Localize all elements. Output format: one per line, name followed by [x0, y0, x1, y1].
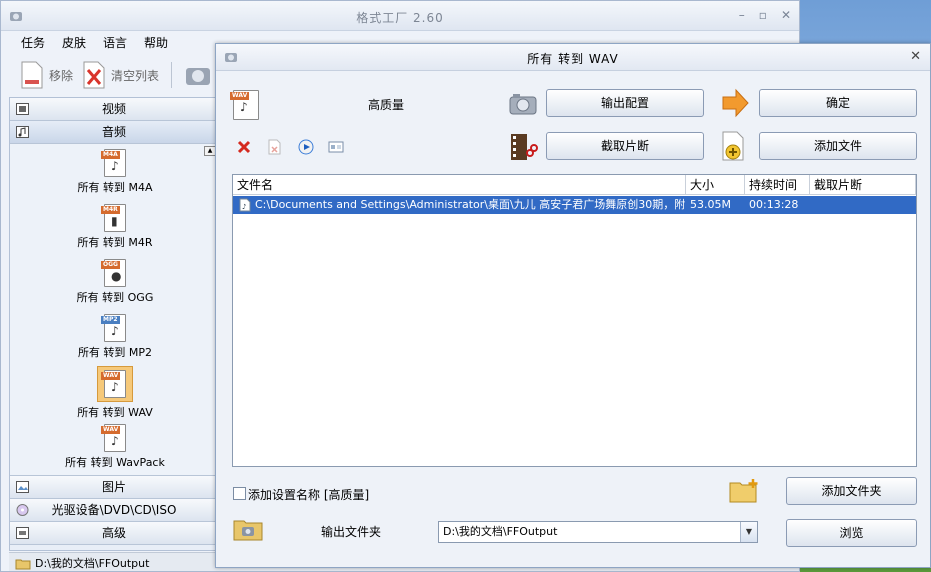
category-picture-label: 图片: [101, 480, 126, 494]
category-video[interactable]: 视频: [10, 98, 218, 121]
advanced-icon: [16, 527, 29, 539]
ok-button[interactable]: 确定: [759, 89, 917, 117]
category-picture[interactable]: 图片: [10, 476, 218, 499]
format-ogg[interactable]: OGG ● 所有 转到 OGG: [10, 259, 220, 305]
category-audio-label: 音频: [101, 125, 126, 139]
toolbar-separator: [171, 62, 173, 88]
clear-list-button[interactable]: 清空列表: [81, 60, 159, 90]
file-list: 文件名 大小 持续时间 截取片断 ♪ C:\Documents and Sett…: [232, 174, 917, 467]
wav-file-icon: WAV ♪: [101, 370, 126, 398]
format-wavpack-label: 所有 转到 WavPack: [65, 456, 165, 469]
ogg-file-icon: OGG ●: [101, 259, 126, 287]
cell-clip: [810, 196, 916, 214]
category-disc[interactable]: 光驱设备\DVD\CD\ISO: [10, 499, 218, 522]
output-settings-button[interactable]: 输出配置: [546, 89, 704, 117]
menu-skin[interactable]: 皮肤: [62, 34, 86, 51]
browse-button[interactable]: 浏览: [786, 519, 917, 547]
format-ogg-label: 所有 转到 OGG: [76, 291, 154, 304]
camera-settings-icon: [509, 94, 537, 115]
m4a-file-icon: M4A ♪: [101, 149, 126, 177]
camera-icon[interactable]: [184, 61, 212, 89]
disc-icon: [16, 504, 29, 516]
add-file-icon: [722, 131, 744, 161]
chevron-down-icon[interactable]: ▼: [740, 522, 757, 542]
wavpack-file-icon: WAV ♪: [101, 424, 126, 452]
category-video-label: 视频: [101, 102, 126, 116]
column-clip[interactable]: 截取片断: [810, 175, 916, 194]
output-folder-value: D:\我的文档\FFOutput: [443, 525, 558, 538]
add-setting-name-label: 添加设置名称 [高质量]: [248, 488, 370, 502]
column-size[interactable]: 大小: [686, 175, 745, 194]
wav-selected-frame: WAV ♪: [97, 366, 133, 402]
menu-help[interactable]: 帮助: [144, 34, 168, 51]
maximize-button[interactable]: ▫: [759, 8, 767, 22]
category-audio[interactable]: 音频: [10, 121, 218, 144]
clear-list-icon: [83, 61, 105, 89]
svg-text:♪: ♪: [242, 203, 246, 211]
output-folder-label: 输出文件夹: [321, 525, 382, 539]
format-mp2[interactable]: MP2 ♪ 所有 转到 MP2: [10, 314, 220, 360]
audio-format-list: ▲ M4A ♪ 所有 转到 M4A M4R ▮ 所有 转到 M4R OGG ● 所有 …: [10, 144, 218, 476]
output-folder-select[interactable]: D:\我的文档\FFOutput ▼: [438, 521, 758, 543]
format-m4a[interactable]: M4A ♪ 所有 转到 M4A: [10, 149, 220, 195]
minimize-button[interactable]: –: [739, 8, 745, 22]
category-advanced-label: 高级: [101, 526, 126, 540]
format-wavpack[interactable]: WAV ♪ 所有 转到 WavPack: [10, 424, 220, 470]
dialog-title: 所有 转到 WAV: [527, 52, 619, 66]
m4r-file-icon: M4R ▮: [101, 204, 126, 232]
file-list-header: 文件名 大小 持续时间 截取片断: [233, 175, 916, 195]
add-setting-name-checkbox[interactable]: [233, 487, 246, 500]
format-m4r[interactable]: M4R ▮ 所有 转到 M4R: [10, 204, 220, 250]
main-window-title: 格式工厂 2.60: [356, 11, 444, 25]
output-folder-icon: [233, 520, 263, 541]
close-button[interactable]: ✕: [781, 8, 791, 22]
category-sidebar: 视频 音频 ▲ M4A ♪ 所有 转到 M4A M4R ▮ 所有 转到 M4R OG…: [9, 97, 219, 551]
mp2-file-icon: MP2 ♪: [101, 314, 126, 342]
convert-dialog: 所有 转到 WAV ✕ WAV ♪ 高质量 输出配置 确定 截取片断 添加文件 文…: [215, 43, 931, 568]
film-clip-icon: [511, 134, 538, 160]
status-output-path: D:\我的文档\FFOutput: [35, 557, 150, 570]
add-folder-icon: [729, 479, 758, 503]
audio-file-icon: ♪: [239, 198, 251, 212]
clear-icon[interactable]: [266, 139, 282, 155]
delete-icon[interactable]: [236, 139, 252, 155]
remove-icon: [21, 61, 43, 89]
category-advanced[interactable]: 高级: [10, 522, 218, 545]
arrow-right-icon: [722, 88, 749, 118]
dialog-title-bar: 所有 转到 WAV ✕: [216, 44, 930, 71]
table-row[interactable]: ♪ C:\Documents and Settings\Administrato…: [233, 196, 916, 214]
add-folder-button[interactable]: 添加文件夹: [786, 477, 917, 505]
format-wav[interactable]: WAV ♪ 所有 转到 WAV: [10, 366, 220, 420]
film-icon: [16, 103, 29, 115]
clip-button[interactable]: 截取片断: [546, 132, 704, 160]
format-wav-label: 所有 转到 WAV: [77, 406, 153, 419]
quality-label: 高质量: [368, 98, 405, 112]
format-mp2-label: 所有 转到 MP2: [77, 346, 153, 359]
add-file-button[interactable]: 添加文件: [759, 132, 917, 160]
dialog-close-button[interactable]: ✕: [910, 49, 921, 64]
menu-task[interactable]: 任务: [21, 34, 45, 51]
cell-filename: ♪ C:\Documents and Settings\Administrato…: [233, 196, 686, 214]
music-note-icon: [16, 126, 29, 138]
menu-language[interactable]: 语言: [103, 34, 127, 51]
category-disc-label: 光驱设备\DVD\CD\ISO: [51, 503, 177, 517]
format-m4a-label: 所有 转到 M4A: [77, 181, 153, 194]
cell-size: 53.05M: [690, 198, 731, 211]
wav-format-icon: WAV ♪: [230, 90, 259, 120]
main-title-bar: 格式工厂 2.60 – ▫ ✕: [1, 1, 799, 31]
info-icon[interactable]: [328, 139, 344, 155]
column-duration[interactable]: 持续时间: [745, 175, 810, 194]
folder-icon: [15, 559, 31, 569]
remove-button[interactable]: 移除: [19, 60, 73, 90]
play-icon[interactable]: [298, 139, 314, 155]
column-filename[interactable]: 文件名: [233, 175, 686, 194]
format-m4r-label: 所有 转到 M4R: [77, 236, 153, 249]
remove-label: 移除: [49, 68, 74, 83]
picture-icon: [16, 481, 29, 493]
cell-duration: 00:13:28: [749, 198, 799, 211]
clear-list-label: 清空列表: [111, 68, 160, 83]
